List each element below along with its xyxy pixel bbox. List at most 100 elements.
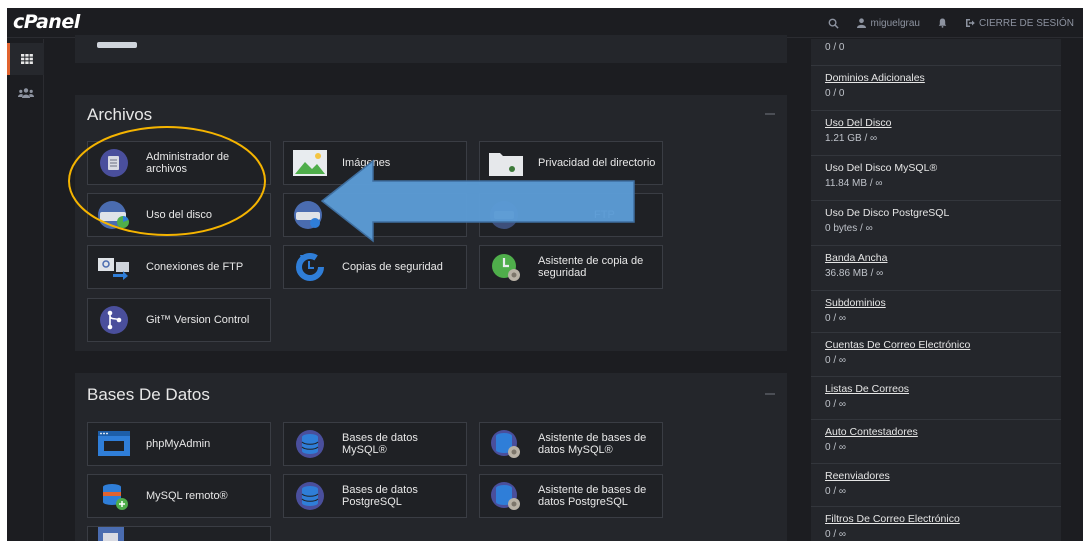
postgresql-databases-label: Bases de datos PostgreSQL — [342, 484, 418, 508]
stat-value: 0 bytes / ∞ — [825, 223, 873, 234]
nav-users[interactable] — [7, 77, 44, 109]
stat-email-filters: Filtros De Correo Electrónico 0 / ∞ — [811, 506, 1061, 541]
mysql-databases-tile[interactable]: Bases de datos MySQL® — [283, 422, 467, 466]
stat-name-link[interactable]: Subdominios — [825, 297, 886, 309]
files-panel-title: Archivos — [87, 105, 153, 124]
logout-label: CIERRE DE SESIÓN — [978, 17, 1074, 29]
stat-subdomains: Subdominios 0 / ∞ — [811, 290, 1061, 334]
ftp-accounts-icon — [488, 197, 524, 233]
stat-value: 0 / ∞ — [825, 313, 847, 324]
databases-panel-title: Bases De Datos — [87, 385, 210, 404]
stat-value: 0 / 0 — [825, 88, 845, 99]
stat-email-accounts: Cuentas De Correo Electrónico 0 / ∞ — [811, 332, 1061, 376]
stat-name-link[interactable]: Banda Ancha — [825, 252, 887, 264]
stat-name-link[interactable]: Auto Contestadores — [825, 426, 918, 438]
backup-wizard-label: Asistente de copia de seguridad — [538, 255, 644, 279]
stat-value: 0 / 0 — [825, 42, 845, 53]
stat-row: 0 / 0 — [811, 39, 1061, 61]
users-icon — [17, 88, 34, 98]
web-disk-icon — [292, 197, 328, 233]
disk-usage-icon — [96, 197, 132, 233]
partial-database-tile[interactable] — [87, 526, 271, 541]
postgresql-databases-icon — [292, 478, 328, 514]
stat-name-link[interactable]: Filtros De Correo Electrónico — [825, 513, 960, 525]
mysql-wizard-tile[interactable]: Asistente de bases de datos MySQL® — [479, 422, 663, 466]
mysql-databases-icon — [292, 426, 328, 462]
header-actions: miguelgrau CIERRE DE SESIÓN — [819, 8, 1083, 38]
backup-icon — [292, 249, 328, 285]
stat-autoresponders: Auto Contestadores 0 / ∞ — [811, 419, 1061, 463]
git-icon — [96, 302, 132, 338]
file-manager-label: Administrador de archivos — [146, 151, 230, 175]
notifications-button[interactable] — [929, 8, 956, 38]
stat-name: Uso Del Disco MySQL® — [825, 162, 938, 174]
ftp-connections-tile[interactable]: Conexiones de FTP — [87, 245, 271, 289]
web-disk-tile[interactable] — [283, 193, 467, 237]
stat-mysql-disk-usage: Uso Del Disco MySQL® 11.84 MB / ∞ — [811, 155, 1061, 199]
stat-value: 11.84 MB / ∞ — [825, 178, 883, 189]
logout-icon — [965, 19, 975, 27]
user-icon — [857, 18, 867, 28]
username-label: miguelgrau — [870, 17, 920, 29]
stat-value: 0 / ∞ — [825, 355, 847, 366]
left-navigation — [7, 39, 44, 541]
stat-value: 1.21 GB / ∞ — [825, 133, 878, 144]
postgresql-databases-tile[interactable]: Bases de datos PostgreSQL — [283, 474, 467, 518]
databases-panel-collapse-button[interactable] — [765, 393, 775, 395]
stat-name-link[interactable]: Uso Del Disco — [825, 117, 892, 129]
folder-icon — [488, 145, 524, 181]
disk-usage-tile[interactable]: Uso del disco — [87, 193, 271, 237]
search-button[interactable] — [819, 8, 848, 38]
user-menu[interactable]: miguelgrau — [848, 8, 928, 38]
ftp-accounts-tile[interactable]: FTP — [479, 193, 663, 237]
search-icon — [829, 18, 840, 29]
nav-home-grid[interactable] — [7, 43, 44, 75]
stat-value: 0 / ∞ — [825, 399, 847, 410]
cpanel-app: cPanel miguelgrau CIERRE DE SESIÓN Archi… — [7, 8, 1083, 541]
phpmyadmin-label: phpMyAdmin — [146, 438, 211, 450]
images-icon — [292, 145, 328, 181]
stat-name-link[interactable]: Reenviadores — [825, 470, 890, 482]
stat-forwarders: Reenviadores 0 / ∞ — [811, 463, 1061, 507]
ftp-connections-label: Conexiones de FTP — [146, 261, 244, 273]
files-panel-collapse-button[interactable] — [765, 113, 775, 115]
phpmyadmin-icon — [96, 426, 132, 462]
git-version-control-label: Git™ Version Control — [146, 314, 250, 326]
git-version-control-tile[interactable]: Git™ Version Control — [87, 298, 271, 342]
stat-postgresql-disk-usage: Uso De Disco PostgreSQL 0 bytes / ∞ — [811, 200, 1061, 244]
backup-wizard-icon — [488, 249, 524, 285]
phpmyadmin-tile[interactable]: phpMyAdmin — [87, 422, 271, 466]
main-content: Archivos Administrador de archivos Imáge… — [45, 35, 801, 541]
ftp-connections-icon — [96, 249, 132, 285]
partial-tile-icon — [97, 42, 137, 48]
stat-bandwidth: Banda Ancha 36.86 MB / ∞ — [811, 245, 1061, 289]
stat-disk-usage: Uso Del Disco 1.21 GB / ∞ — [811, 110, 1061, 154]
postgresql-wizard-tile[interactable]: Asistente de bases de datos PostgreSQL — [479, 474, 663, 518]
grid-icon — [21, 54, 33, 64]
cpanel-logo[interactable]: cPanel — [13, 11, 80, 33]
databases-panel: Bases De Datos phpMyAdmin Bases de datos… — [75, 373, 787, 541]
ftp-accounts-label: FTP — [594, 209, 615, 221]
stat-name-link[interactable]: Listas De Correos — [825, 383, 909, 395]
stat-name: Uso De Disco PostgreSQL — [825, 207, 950, 219]
bell-icon — [938, 18, 947, 28]
backup-tile[interactable]: Copias de seguridad — [283, 245, 467, 289]
stat-name-link[interactable]: Dominios Adicionales — [825, 72, 925, 84]
backup-wizard-tile[interactable]: Asistente de copia de seguridad — [479, 245, 663, 289]
stat-name-link[interactable]: Cuentas De Correo Electrónico — [825, 339, 970, 351]
logout-button[interactable]: CIERRE DE SESIÓN — [956, 8, 1083, 38]
directory-privacy-tile[interactable]: Privacidad del directorio — [479, 141, 663, 185]
stat-value: 0 / ∞ — [825, 442, 847, 453]
remote-mysql-label: MySQL remoto® — [146, 490, 228, 502]
images-tile[interactable]: Imágenes — [283, 141, 467, 185]
partial-database-icon — [96, 523, 132, 541]
remote-mysql-icon — [96, 478, 132, 514]
mysql-wizard-label: Asistente de bases de datos MySQL® — [538, 432, 647, 456]
postgresql-wizard-icon — [488, 478, 524, 514]
remote-mysql-tile[interactable]: MySQL remoto® — [87, 474, 271, 518]
images-label: Imágenes — [342, 157, 391, 169]
top-header: cPanel miguelgrau CIERRE DE SESIÓN — [7, 8, 1083, 38]
stats-sidebar: 0 / 0 Dominios Adicionales 0 / 0 Uso Del… — [811, 39, 1061, 541]
file-manager-tile[interactable]: Administrador de archivos — [87, 141, 271, 185]
directory-privacy-label: Privacidad del directorio — [538, 157, 656, 169]
